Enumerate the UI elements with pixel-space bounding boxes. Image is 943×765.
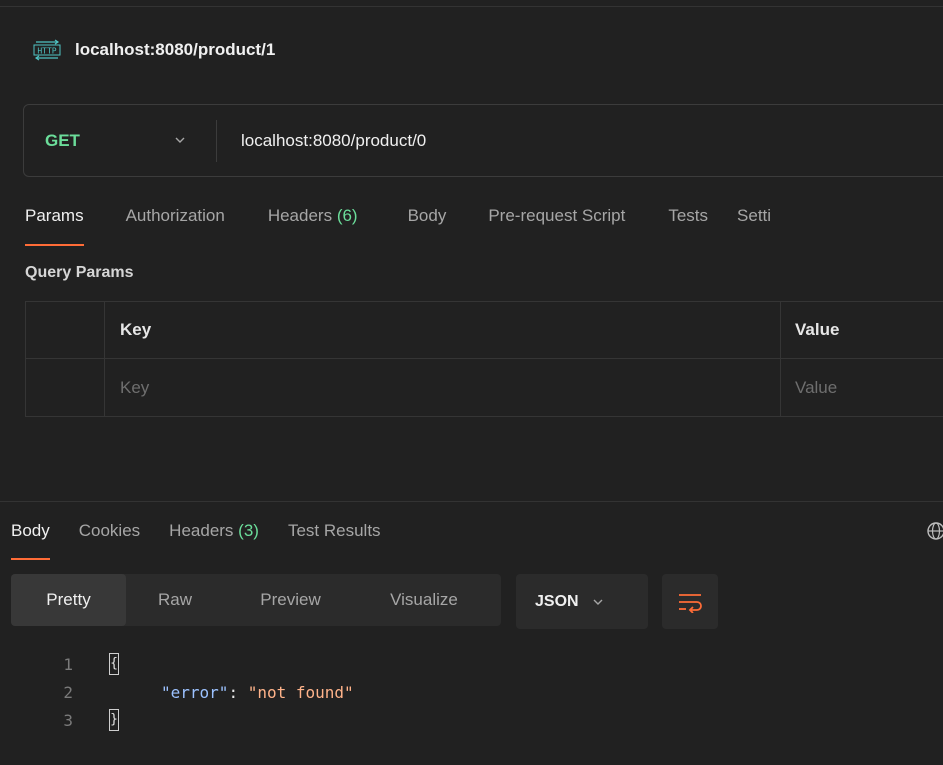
wrap-lines-button[interactable] xyxy=(662,574,718,629)
view-mode-raw[interactable]: Raw xyxy=(126,574,224,626)
response-tab-body[interactable]: Body xyxy=(11,518,50,560)
http-icon: HTTP xyxy=(33,39,61,61)
format-label: JSON xyxy=(535,592,579,610)
tab-params[interactable]: Params xyxy=(25,202,84,246)
json-property: "error": "not found" xyxy=(161,683,354,702)
method-select[interactable]: GET xyxy=(24,105,216,176)
response-headers-count: (3) xyxy=(238,521,259,540)
svg-text:HTTP: HTTP xyxy=(37,47,56,56)
line-number: 1 xyxy=(63,654,73,674)
request-tabs: Params Authorization Headers (6) Body Pr… xyxy=(25,202,771,246)
request-title[interactable]: localhost:8080/product/1 xyxy=(75,40,275,60)
headers-count: (6) xyxy=(336,206,358,225)
view-mode-pretty[interactable]: Pretty xyxy=(11,574,126,626)
response-divider[interactable] xyxy=(0,501,943,502)
chevron-down-icon xyxy=(593,599,603,605)
url-input[interactable] xyxy=(217,105,943,176)
json-value: "not found" xyxy=(247,682,354,702)
view-mode-switcher: Pretty Raw Preview Visualize xyxy=(11,574,501,626)
json-key: "error" xyxy=(161,682,229,702)
method-label: GET xyxy=(45,130,80,150)
line-number: 2 xyxy=(63,682,73,702)
line-number: 3 xyxy=(63,710,73,730)
open-brace[interactable]: { xyxy=(109,653,119,675)
response-tab-cookies[interactable]: Cookies xyxy=(79,518,140,560)
table-header-row: Key Value xyxy=(26,302,943,359)
table-row xyxy=(26,359,943,416)
response-tab-headers[interactable]: Headers (3) xyxy=(169,518,259,560)
key-input[interactable] xyxy=(120,377,780,398)
checkbox-column-header xyxy=(26,302,105,358)
response-body-viewer[interactable]: 1 { 2 "error": "not found" 3 } xyxy=(0,650,943,734)
json-separator: : xyxy=(228,682,248,702)
row-checkbox[interactable] xyxy=(26,359,105,416)
value-column-header: Value xyxy=(795,320,840,339)
format-select[interactable]: JSON xyxy=(516,574,648,629)
key-column-header: Key xyxy=(105,302,781,358)
key-cell xyxy=(105,359,781,416)
url-bar: GET xyxy=(23,104,943,177)
query-params-table: Key Value xyxy=(25,301,943,417)
tab-authorization[interactable]: Authorization xyxy=(126,202,225,246)
top-divider xyxy=(0,6,943,7)
tab-pre-request-script[interactable]: Pre-request Script xyxy=(488,202,625,246)
response-tabs: Body Cookies Headers (3) Test Results xyxy=(11,518,410,560)
view-mode-visualize[interactable]: Visualize xyxy=(357,574,491,626)
code-line: 2 "error": "not found" xyxy=(0,678,943,706)
response-tab-test-results[interactable]: Test Results xyxy=(288,518,381,560)
value-cell xyxy=(781,359,943,416)
tab-body[interactable]: Body xyxy=(408,202,447,246)
close-brace[interactable]: } xyxy=(109,709,119,731)
view-mode-preview[interactable]: Preview xyxy=(224,574,357,626)
query-params-label: Query Params xyxy=(25,264,134,281)
tab-settings[interactable]: Setti xyxy=(737,202,771,246)
code-line: 1 { xyxy=(0,650,943,678)
chevron-down-icon xyxy=(175,137,185,143)
tab-tests[interactable]: Tests xyxy=(668,202,708,246)
request-header: HTTP localhost:8080/product/1 xyxy=(33,37,275,63)
wrap-lines-icon xyxy=(679,593,702,613)
globe-icon[interactable] xyxy=(926,521,943,541)
value-input[interactable] xyxy=(795,377,943,398)
tab-headers[interactable]: Headers (6) xyxy=(268,202,358,246)
code-line: 3 } xyxy=(0,706,943,734)
